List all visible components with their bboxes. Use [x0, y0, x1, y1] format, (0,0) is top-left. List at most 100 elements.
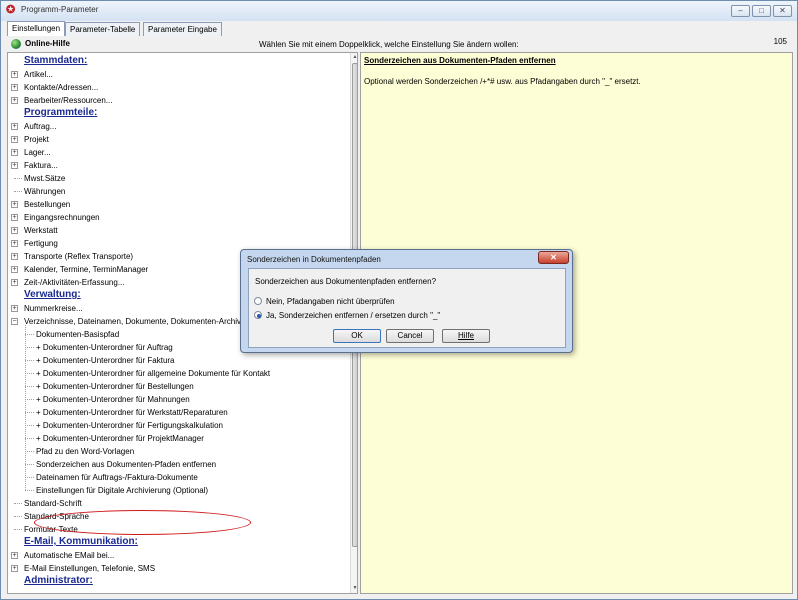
dialog-body: Sonderzeichen aus Dokumentenpfaden entfe… — [248, 268, 566, 348]
cancel-button[interactable]: Cancel — [386, 329, 434, 343]
tree-item-label: Bestellungen — [24, 200, 71, 209]
radio-option-yes[interactable] — [254, 311, 262, 319]
tree-item-label: Nummerkreise... — [24, 304, 83, 313]
dialog-title: Sonderzeichen in Dokumentenpfaden — [247, 255, 381, 264]
tree-item-label: Fertigung — [24, 239, 58, 248]
expand-icon[interactable]: + — [11, 552, 18, 559]
expand-icon[interactable]: + — [11, 266, 18, 273]
expand-icon[interactable]: + — [11, 565, 18, 572]
tree-item-label: + Dokumenten-Unterordner für allgemeine … — [36, 369, 271, 378]
online-help-label[interactable]: Online-Hilfe — [25, 39, 70, 48]
dialog-close-button[interactable]: ✕ — [538, 251, 569, 264]
expand-icon[interactable]: + — [11, 149, 18, 156]
subtree-connector — [25, 325, 26, 490]
tree-item-label: + Dokumenten-Unterordner für Mahnungen — [36, 395, 190, 404]
expand-icon[interactable]: + — [11, 214, 18, 221]
section-label: Stammdaten: — [24, 55, 88, 66]
highlight-ellipse — [34, 510, 251, 535]
tree-connector — [25, 438, 34, 439]
tree-item-label: Lager... — [24, 148, 51, 157]
tree-item-label: Dateinamen für Auftrags-/Faktura-Dokumen… — [36, 473, 198, 482]
tree-item-label: + Dokumenten-Unterordner für Auftrag — [36, 343, 173, 352]
maximize-button[interactable]: □ — [752, 5, 771, 17]
tree-item-label: + Dokumenten-Unterordner für Werkstatt/R… — [36, 408, 228, 417]
tree-connector — [25, 412, 34, 413]
tree-connector — [25, 373, 34, 374]
tree-item-label: Werkstatt — [24, 226, 58, 235]
expand-icon[interactable]: + — [11, 279, 18, 286]
expand-icon[interactable]: + — [11, 123, 18, 130]
expand-icon[interactable]: + — [11, 162, 18, 169]
tree-item-label: Transporte (Reflex Transporte) — [24, 252, 134, 261]
minimize-button[interactable]: – — [731, 5, 750, 17]
tree-item-label: + Dokumenten-Unterordner für Bestellunge… — [36, 382, 194, 391]
help-button[interactable]: Hilfe — [442, 329, 490, 343]
tree-item-label: Automatische EMail bei... — [24, 551, 115, 560]
tree-connector — [25, 451, 34, 452]
tree-connector — [25, 464, 34, 465]
tree-connector — [25, 386, 34, 387]
expand-icon[interactable]: + — [11, 97, 18, 104]
expand-icon[interactable]: + — [11, 227, 18, 234]
help-panel-description: Optional werden Sonderzeichen /+*# usw. … — [364, 77, 641, 86]
tree-connector — [14, 191, 22, 192]
tree-connector — [25, 490, 34, 491]
tree-item-label: Eingangsrechnungen — [24, 213, 100, 222]
section-label: Verwaltung: — [24, 289, 81, 300]
tree-item-label: Dokumenten-Basispfad — [36, 330, 120, 339]
expand-icon[interactable]: + — [11, 84, 18, 91]
app-icon: ✪ — [6, 4, 16, 16]
tree-connector — [14, 529, 22, 530]
collapse-icon[interactable]: − — [11, 318, 18, 325]
tree-item-label: Artikel... — [24, 70, 53, 79]
tree-connector — [25, 360, 34, 361]
expand-icon[interactable]: + — [11, 201, 18, 208]
tab-parameter-tabelle[interactable]: Parameter-Tabelle — [65, 22, 141, 36]
tree-item-label: + Dokumenten-Unterordner für Fertigungsk… — [36, 421, 223, 430]
tree-item-label: Auftrag... — [24, 122, 57, 131]
tree-item-label: Verzeichnisse, Dateinamen, Dokumente, Do… — [24, 317, 241, 326]
tree-connector — [25, 347, 34, 348]
expand-icon[interactable]: + — [11, 305, 18, 312]
expand-icon[interactable]: + — [11, 253, 18, 260]
title-bar: ✪ Programm-Parameter – □ ✕ — [1, 1, 797, 21]
section-label: Programmteile: — [24, 107, 98, 118]
ok-button[interactable]: OK — [333, 329, 381, 343]
tree-item-label: Sonderzeichen aus Dokumenten-Pfaden entf… — [36, 460, 217, 469]
tree-item-label: Währungen — [24, 187, 66, 196]
radio-option-no[interactable] — [254, 297, 262, 305]
section-label: Administrator: — [24, 575, 93, 586]
tree-item-label: Einstellungen für Digitale Archivierung … — [36, 486, 209, 495]
tab-parameter-eingabe[interactable]: Parameter Eingabe — [143, 22, 222, 36]
scroll-down-arrow-icon[interactable]: ▼ — [351, 584, 357, 593]
radio-label-yes[interactable]: Ja, Sonderzeichen entfernen / ersetzen d… — [266, 311, 440, 320]
header-bar: Online-Hilfe Wählen Sie mit einem Doppel… — [7, 37, 793, 52]
tree-item-label: + Dokumenten-Unterordner für Faktura — [36, 356, 175, 365]
tree-connector — [25, 425, 34, 426]
close-window-button[interactable]: ✕ — [773, 5, 792, 17]
tree-item-label: Mwst.Sätze — [24, 174, 66, 183]
expand-icon[interactable]: + — [11, 136, 18, 143]
item-counter: 105 — [773, 37, 787, 46]
tab-einstellungen[interactable]: Einstellungen — [7, 21, 66, 36]
tree-item-label: Kalender, Termine, TerminManager — [24, 265, 149, 274]
expand-icon[interactable]: + — [11, 71, 18, 78]
tree-connector — [25, 334, 34, 335]
globe-icon — [11, 39, 21, 49]
scroll-up-arrow-icon[interactable]: ▲ — [351, 53, 357, 62]
special-chars-dialog: Sonderzeichen in Dokumentenpfaden ✕ Sond… — [240, 249, 573, 353]
section-label: E-Mail, Kommunikation: — [24, 536, 138, 547]
tree-item-label: Faktura... — [24, 161, 58, 170]
tree-item-label: + Dokumenten-Unterordner für ProjektMana… — [36, 434, 204, 443]
tree-connector — [14, 503, 22, 504]
expand-icon[interactable]: + — [11, 240, 18, 247]
tree-connector — [25, 477, 34, 478]
tree-item-label: Standard-Schrift — [24, 499, 82, 508]
tree-item-label: Kontakte/Adressen... — [24, 83, 99, 92]
help-panel-title: Sonderzeichen aus Dokumenten-Pfaden entf… — [364, 56, 556, 65]
window-title: Programm-Parameter — [21, 5, 99, 14]
tree-item-label: Projekt — [24, 135, 49, 144]
tree-item-label: Pfad zu den Word-Vorlagen — [36, 447, 135, 456]
instruction-text: Wählen Sie mit einem Doppelklick, welche… — [259, 40, 519, 49]
radio-label-no[interactable]: Nein, Pfadangaben nicht überprüfen — [266, 297, 395, 306]
